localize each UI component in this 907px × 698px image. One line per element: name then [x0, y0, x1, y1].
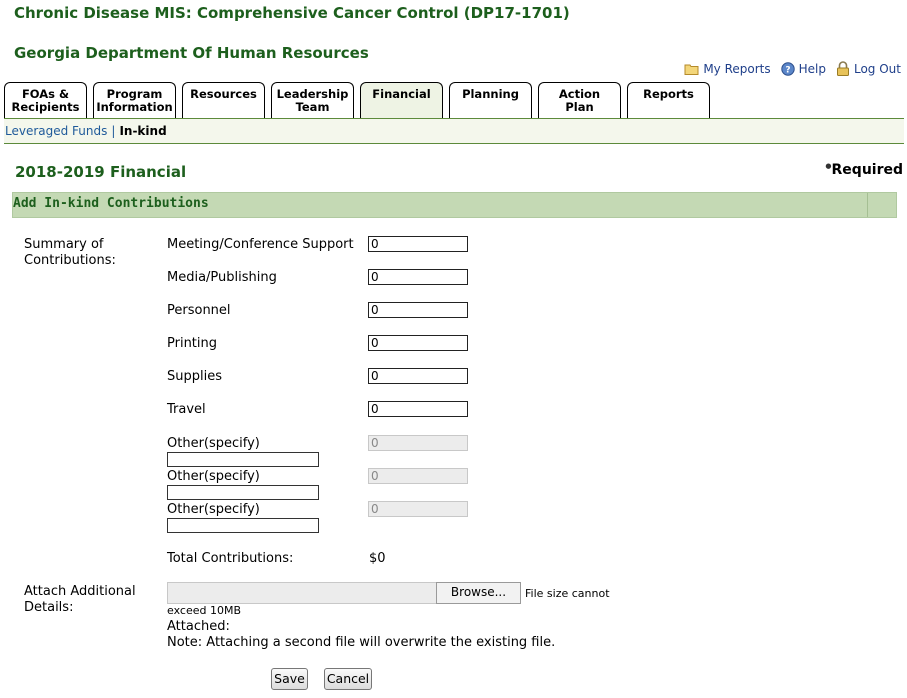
tab-label: Team	[295, 100, 330, 114]
top-links: My Reports ? Help Log Out	[684, 61, 901, 76]
tab-foas-recipients[interactable]: FOAs & Recipients	[4, 82, 87, 118]
attach-label-line: Details:	[24, 600, 74, 615]
other-amount-input-3[interactable]	[368, 501, 468, 517]
field-label-media: Media/Publishing	[167, 270, 277, 285]
summary-label-line: Contributions:	[24, 253, 116, 268]
field-label-personnel: Personnel	[167, 303, 231, 318]
meeting-support-input[interactable]	[368, 236, 468, 252]
summary-label-line: Summary of	[24, 237, 104, 252]
total-value: $0	[369, 551, 386, 566]
other-amount-input-2[interactable]	[368, 468, 468, 484]
required-label: Required	[831, 162, 903, 178]
my-reports-link[interactable]: My Reports	[684, 61, 771, 76]
my-reports-label: My Reports	[703, 61, 771, 76]
help-icon: ?	[780, 61, 795, 76]
tab-label: Financial	[372, 87, 431, 101]
supplies-input[interactable]	[368, 368, 468, 384]
tab-label: Resources	[190, 87, 257, 101]
tab-reports[interactable]: Reports	[627, 82, 710, 118]
folder-icon	[684, 63, 699, 75]
tab-label: Reports	[643, 87, 694, 101]
tab-label: Action	[558, 87, 601, 101]
tab-planning[interactable]: Planning	[449, 82, 532, 118]
summary-label: Summary of Contributions:	[24, 237, 116, 269]
other-specify-input-1[interactable]	[167, 452, 319, 467]
leveraged-funds-link[interactable]: Leveraged Funds	[5, 124, 107, 138]
page-title: 2018-2019 Financial	[15, 163, 187, 181]
other-label-3: Other(specify)	[167, 502, 260, 517]
file-path-input[interactable]	[167, 582, 437, 604]
sub-navigation: Leveraged Funds | In-kind	[4, 119, 904, 144]
tab-label: FOAs &	[21, 87, 70, 101]
tab-label: Planning	[462, 87, 519, 101]
personnel-input[interactable]	[368, 302, 468, 318]
tab-label: Leadership	[276, 87, 349, 101]
section-header: Add In-kind Contributions	[12, 192, 897, 218]
lock-icon	[836, 61, 850, 76]
main-tabs: FOAs & Recipients Program Information Reso…	[4, 82, 716, 119]
field-label-travel: Travel	[167, 402, 206, 417]
field-label-printing: Printing	[167, 336, 218, 351]
tab-label: Program	[106, 87, 163, 101]
svg-text:?: ?	[785, 65, 790, 75]
tab-leadership-team[interactable]: Leadership Team	[271, 82, 354, 118]
help-link[interactable]: ? Help	[780, 61, 826, 76]
cancel-button[interactable]: Cancel	[324, 668, 372, 690]
attach-label: Attach Additional Details:	[24, 584, 136, 616]
help-label: Help	[798, 61, 826, 76]
log-out-link[interactable]: Log Out	[836, 61, 901, 76]
travel-input[interactable]	[368, 401, 468, 417]
section-divider	[867, 193, 868, 217]
org-name: Georgia Department Of Human Resources	[14, 44, 369, 62]
other-label-2: Other(specify)	[167, 469, 260, 484]
tab-action-plan[interactable]: Action Plan	[538, 82, 621, 118]
total-label: Total Contributions:	[167, 551, 294, 566]
tab-program-information[interactable]: Program Information	[93, 82, 176, 118]
in-kind-current: In-kind	[119, 124, 167, 138]
field-label-supplies: Supplies	[167, 369, 222, 384]
tab-label: Information	[96, 100, 173, 114]
file-size-note: File size cannot	[525, 587, 610, 600]
app-title: Chronic Disease MIS: Comprehensive Cance…	[14, 4, 570, 22]
section-title: Add In-kind Contributions	[13, 196, 209, 211]
overwrite-note: Note: Attaching a second file will overw…	[167, 635, 556, 650]
other-label-1: Other(specify)	[167, 436, 260, 451]
attached-label: Attached:	[167, 619, 230, 634]
tab-label: Plan	[565, 100, 594, 114]
save-button[interactable]: Save	[271, 668, 308, 690]
field-label-meeting: Meeting/Conference Support	[167, 237, 354, 252]
printing-input[interactable]	[368, 335, 468, 351]
log-out-label: Log Out	[853, 61, 901, 76]
other-amount-input-1[interactable]	[368, 435, 468, 451]
tab-label: Recipients	[11, 100, 80, 114]
tab-resources[interactable]: Resources	[182, 82, 265, 118]
tab-financial[interactable]: Financial	[360, 82, 443, 119]
other-specify-input-3[interactable]	[167, 518, 319, 533]
file-size-note-cont: exceed 10MB	[167, 604, 241, 617]
other-specify-input-2[interactable]	[167, 485, 319, 500]
media-publishing-input[interactable]	[368, 269, 468, 285]
browse-button[interactable]: Browse...	[436, 582, 521, 604]
subnav-separator: |	[111, 124, 116, 138]
required-note: ●Required	[825, 162, 903, 178]
attach-label-line: Attach Additional	[24, 584, 136, 599]
